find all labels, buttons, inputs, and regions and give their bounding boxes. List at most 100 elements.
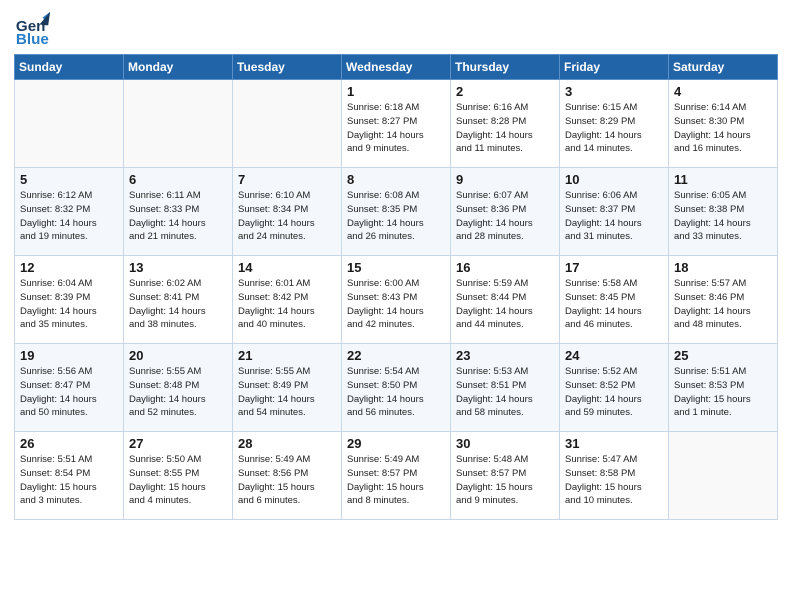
cell-info: Sunrise: 6:06 AMSunset: 8:37 PMDaylight:… (565, 189, 663, 244)
day-number: 8 (347, 172, 445, 187)
cell-info: Sunrise: 5:56 AMSunset: 8:47 PMDaylight:… (20, 365, 118, 420)
calendar-cell: 11 Sunrise: 6:05 AMSunset: 8:38 PMDayligh… (669, 168, 778, 256)
calendar-cell: 23 Sunrise: 5:53 AMSunset: 8:51 PMDayligh… (451, 344, 560, 432)
calendar-cell: 8 Sunrise: 6:08 AMSunset: 8:35 PMDaylight… (342, 168, 451, 256)
cell-info: Sunrise: 5:52 AMSunset: 8:52 PMDaylight:… (565, 365, 663, 420)
header: Gen Blue (14, 10, 778, 48)
logo-icon: Gen Blue (14, 10, 52, 48)
calendar-week-4: 19 Sunrise: 5:56 AMSunset: 8:47 PMDayligh… (15, 344, 778, 432)
day-number: 5 (20, 172, 118, 187)
calendar-table: SundayMondayTuesdayWednesdayThursdayFrid… (14, 54, 778, 520)
cell-info: Sunrise: 6:18 AMSunset: 8:27 PMDaylight:… (347, 101, 445, 156)
calendar-cell: 7 Sunrise: 6:10 AMSunset: 8:34 PMDaylight… (233, 168, 342, 256)
day-number: 25 (674, 348, 772, 363)
calendar-cell: 14Sunrise: 6:01 AMSunset: 8:42 PMDayligh… (233, 256, 342, 344)
calendar-cell: 2 Sunrise: 6:16 AMSunset: 8:28 PMDaylight… (451, 80, 560, 168)
cell-info: Sunrise: 5:55 AMSunset: 8:49 PMDaylight:… (238, 365, 336, 420)
cell-info: Sunrise: 6:15 AMSunset: 8:29 PMDaylight:… (565, 101, 663, 156)
calendar-cell: 30 Sunrise: 5:48 AMSunset: 8:57 PMDayligh… (451, 432, 560, 520)
svg-text:Blue: Blue (16, 31, 49, 48)
day-number: 22 (347, 348, 445, 363)
cell-info: Sunrise: 6:10 AMSunset: 8:34 PMDaylight:… (238, 189, 336, 244)
col-header-saturday: Saturday (669, 55, 778, 80)
day-number: 19 (20, 348, 118, 363)
col-header-monday: Monday (124, 55, 233, 80)
cell-info: Sunrise: 5:49 AMSunset: 8:56 PMDaylight:… (238, 453, 336, 508)
day-number: 28 (238, 436, 336, 451)
calendar-cell: 15 Sunrise: 6:00 AMSunset: 8:43 PMDayligh… (342, 256, 451, 344)
cell-info: Sunrise: 6:08 AMSunset: 8:35 PMDaylight:… (347, 189, 445, 244)
day-number: 27 (129, 436, 227, 451)
cell-info: Sunrise: 5:59 AMSunset: 8:44 PMDaylight:… (456, 277, 554, 332)
day-number: 17 (565, 260, 663, 275)
day-number: 14 (238, 260, 336, 275)
calendar-cell: 26 Sunrise: 5:51 AMSunset: 8:54 PMDayligh… (15, 432, 124, 520)
cell-info: Sunrise: 6:02 AMSunset: 8:41 PMDaylight:… (129, 277, 227, 332)
calendar-cell: 29 Sunrise: 5:49 AMSunset: 8:57 PMDayligh… (342, 432, 451, 520)
cell-info: Sunrise: 5:55 AMSunset: 8:48 PMDaylight:… (129, 365, 227, 420)
calendar-cell: 10 Sunrise: 6:06 AMSunset: 8:37 PMDayligh… (560, 168, 669, 256)
cell-info: Sunrise: 5:53 AMSunset: 8:51 PMDaylight:… (456, 365, 554, 420)
calendar-cell: 9 Sunrise: 6:07 AMSunset: 8:36 PMDaylight… (451, 168, 560, 256)
cell-info: Sunrise: 6:16 AMSunset: 8:28 PMDaylight:… (456, 101, 554, 156)
calendar-week-5: 26 Sunrise: 5:51 AMSunset: 8:54 PMDayligh… (15, 432, 778, 520)
day-number: 10 (565, 172, 663, 187)
cell-info: Sunrise: 5:50 AMSunset: 8:55 PMDaylight:… (129, 453, 227, 508)
col-header-thursday: Thursday (451, 55, 560, 80)
calendar-header-row: SundayMondayTuesdayWednesdayThursdayFrid… (15, 55, 778, 80)
calendar-cell: 22 Sunrise: 5:54 AMSunset: 8:50 PMDayligh… (342, 344, 451, 432)
day-number: 23 (456, 348, 554, 363)
calendar-cell: 16 Sunrise: 5:59 AMSunset: 8:44 PMDayligh… (451, 256, 560, 344)
cell-info: Sunrise: 5:54 AMSunset: 8:50 PMDaylight:… (347, 365, 445, 420)
day-number: 6 (129, 172, 227, 187)
cell-info: Sunrise: 5:51 AMSunset: 8:53 PMDaylight:… (674, 365, 772, 420)
logo: Gen Blue (14, 10, 52, 48)
calendar-cell: 31 Sunrise: 5:47 AMSunset: 8:58 PMDayligh… (560, 432, 669, 520)
day-number: 15 (347, 260, 445, 275)
calendar-cell: 27 Sunrise: 5:50 AMSunset: 8:55 PMDayligh… (124, 432, 233, 520)
cell-info: Sunrise: 5:57 AMSunset: 8:46 PMDaylight:… (674, 277, 772, 332)
cell-info: Sunrise: 6:05 AMSunset: 8:38 PMDaylight:… (674, 189, 772, 244)
col-header-tuesday: Tuesday (233, 55, 342, 80)
calendar-cell (124, 80, 233, 168)
day-number: 26 (20, 436, 118, 451)
calendar-cell: 4Sunrise: 6:14 AMSunset: 8:30 PMDaylight… (669, 80, 778, 168)
cell-info: Sunrise: 5:47 AMSunset: 8:58 PMDaylight:… (565, 453, 663, 508)
day-number: 9 (456, 172, 554, 187)
day-number: 12 (20, 260, 118, 275)
cell-info: Sunrise: 6:07 AMSunset: 8:36 PMDaylight:… (456, 189, 554, 244)
day-number: 7 (238, 172, 336, 187)
cell-info: Sunrise: 6:04 AMSunset: 8:39 PMDaylight:… (20, 277, 118, 332)
day-number: 11 (674, 172, 772, 187)
calendar-cell: 12 Sunrise: 6:04 AMSunset: 8:39 PMDayligh… (15, 256, 124, 344)
day-number: 13 (129, 260, 227, 275)
day-number: 31 (565, 436, 663, 451)
cell-info: Sunrise: 6:12 AMSunset: 8:32 PMDaylight:… (20, 189, 118, 244)
page: Gen Blue SundayMondayTuesdayWednesdayThu… (0, 0, 792, 612)
calendar-cell: 20 Sunrise: 5:55 AMSunset: 8:48 PMDayligh… (124, 344, 233, 432)
day-number: 2 (456, 84, 554, 99)
calendar-week-1: 1Sunrise: 6:18 AMSunset: 8:27 PMDaylight… (15, 80, 778, 168)
day-number: 16 (456, 260, 554, 275)
cell-info: Sunrise: 5:51 AMSunset: 8:54 PMDaylight:… (20, 453, 118, 508)
calendar-week-2: 5 Sunrise: 6:12 AMSunset: 8:32 PMDaylight… (15, 168, 778, 256)
col-header-wednesday: Wednesday (342, 55, 451, 80)
cell-info: Sunrise: 6:11 AMSunset: 8:33 PMDaylight:… (129, 189, 227, 244)
day-number: 4 (674, 84, 772, 99)
cell-info: Sunrise: 6:00 AMSunset: 8:43 PMDaylight:… (347, 277, 445, 332)
calendar-cell: 1Sunrise: 6:18 AMSunset: 8:27 PMDaylight… (342, 80, 451, 168)
day-number: 30 (456, 436, 554, 451)
cell-info: Sunrise: 5:58 AMSunset: 8:45 PMDaylight:… (565, 277, 663, 332)
col-header-friday: Friday (560, 55, 669, 80)
calendar-cell (669, 432, 778, 520)
calendar-cell: 25 Sunrise: 5:51 AMSunset: 8:53 PMDayligh… (669, 344, 778, 432)
cell-info: Sunrise: 5:49 AMSunset: 8:57 PMDaylight:… (347, 453, 445, 508)
calendar-cell (233, 80, 342, 168)
day-number: 24 (565, 348, 663, 363)
day-number: 29 (347, 436, 445, 451)
calendar-cell: 18Sunrise: 5:57 AMSunset: 8:46 PMDayligh… (669, 256, 778, 344)
day-number: 20 (129, 348, 227, 363)
cell-info: Sunrise: 5:48 AMSunset: 8:57 PMDaylight:… (456, 453, 554, 508)
calendar-cell: 13 Sunrise: 6:02 AMSunset: 8:41 PMDayligh… (124, 256, 233, 344)
calendar-cell: 21Sunrise: 5:55 AMSunset: 8:49 PMDayligh… (233, 344, 342, 432)
